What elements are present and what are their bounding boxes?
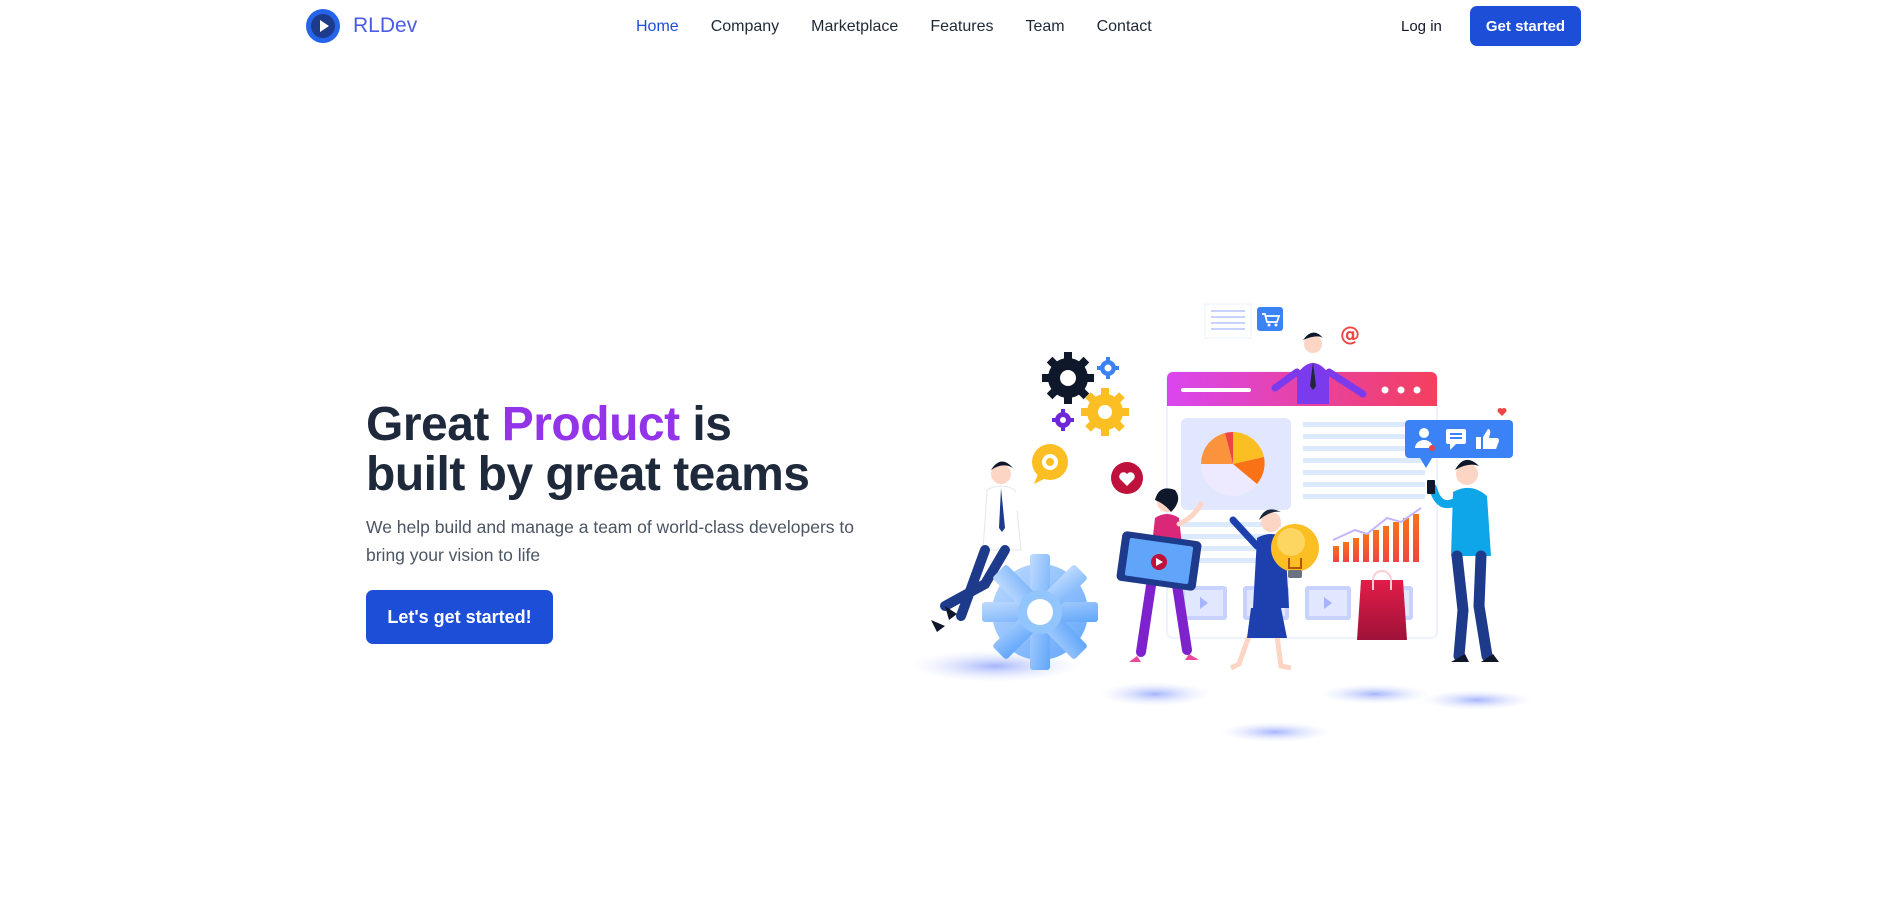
nav-team[interactable]: Team (1025, 16, 1064, 38)
nav-contact[interactable]: Contact (1097, 16, 1152, 38)
hero-title-part2: is (679, 398, 732, 451)
list-card (1204, 303, 1252, 339)
hero-title-part1: Great (366, 398, 502, 451)
heart-icon (1111, 462, 1143, 494)
shopping-cart-icon (1257, 307, 1283, 331)
floor-shadow (1422, 690, 1532, 710)
nav-company[interactable]: Company (711, 16, 779, 38)
nav-home[interactable]: Home (636, 16, 679, 38)
nav-marketplace[interactable]: Marketplace (811, 16, 898, 38)
gear-icon (982, 554, 1098, 670)
shopping-bag-icon (1357, 570, 1407, 640)
pie-chart-icon (1201, 431, 1265, 496)
get-started-button[interactable]: Get started (1470, 6, 1581, 46)
hero-subtitle: We help build and manage a team of world… (366, 517, 855, 565)
site-header: RLDev Home Company Marketplace Features … (0, 0, 1884, 54)
gear-icon (1097, 357, 1119, 379)
hero-cta-button[interactable]: Let's get started! (366, 590, 553, 644)
gear-icon (1052, 409, 1074, 431)
floor-shadow (1100, 682, 1210, 706)
team-illustration: @ (910, 303, 1532, 742)
main-nav: Home Company Marketplace Features Team C… (636, 16, 1184, 38)
hero-title-line2: built by great teams (366, 448, 810, 501)
brand-name: RLDev (353, 14, 418, 37)
hero-title: Great Product is built by great teams (366, 398, 810, 501)
at-sign-icon: @ (1340, 322, 1360, 346)
play-circle-icon (306, 9, 340, 43)
floor-shadow (1320, 684, 1430, 704)
nav-features[interactable]: Features (930, 16, 993, 38)
gear-icon (1081, 388, 1129, 436)
hero-title-accent: Product (501, 398, 680, 451)
login-link[interactable]: Log in (1401, 16, 1442, 38)
brand-logo[interactable]: RLDev (305, 8, 417, 44)
heart-icon (1497, 408, 1507, 416)
floor-shadow (1220, 722, 1330, 742)
gear-icon (1042, 352, 1094, 404)
gear-icon (1032, 444, 1068, 484)
